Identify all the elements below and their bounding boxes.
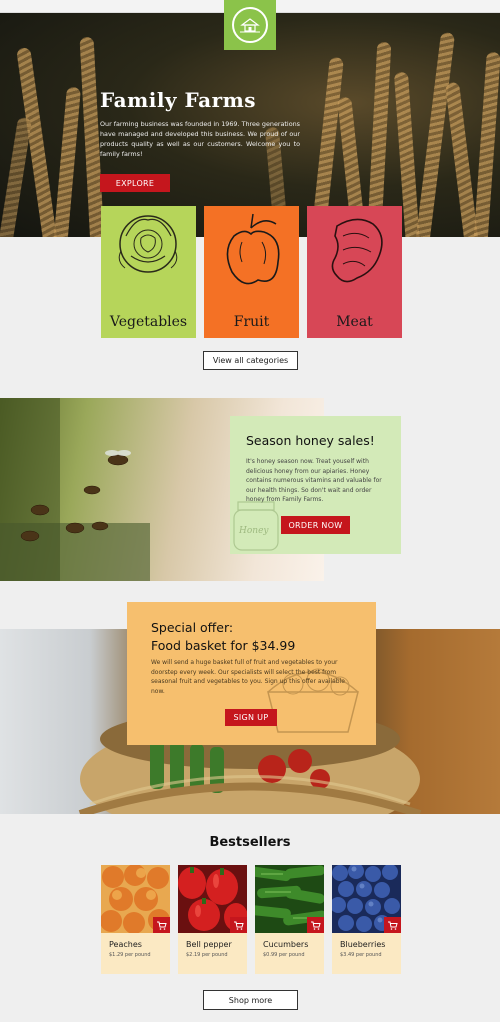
offer-title-line1: Special offer: [151,620,234,635]
honey-sale-card: Honey Season honey sales! It's honey sea… [230,416,401,554]
category-label: Meat [336,314,373,330]
product-price: $3.49 per pound [340,952,382,958]
blueberries-image [332,865,401,933]
add-to-cart-button[interactable] [384,917,401,933]
view-all-categories-button[interactable]: View all categories [203,351,298,370]
product-price: $2.19 per pound [186,952,228,958]
product-price: $0.99 per pound [263,952,305,958]
farm-logo-icon[interactable] [224,0,276,50]
cabbage-icon [118,215,178,273]
shop-more-button[interactable]: Shop more [203,990,298,1010]
product-price: $1.29 per pound [109,952,151,958]
product-card-peaches[interactable]: Peaches $1.29 per pound [101,865,170,974]
product-card-blueberries[interactable]: Blueberries $3.49 per pound [332,865,401,974]
cart-icon [156,921,167,930]
category-card-meat[interactable]: Meat [307,206,402,338]
cart-icon [310,921,321,930]
product-name: Cucumbers [263,940,309,949]
cucumbers-image [255,865,324,933]
cart-icon [233,921,244,930]
add-to-cart-button[interactable] [230,917,247,933]
add-to-cart-button[interactable] [307,917,324,933]
bell-pepper-image [178,865,247,933]
special-offer-card: Special offer: Food basket for $34.99 We … [127,602,376,745]
product-card-bell-pepper[interactable]: Bell pepper $2.19 per pound [178,865,247,974]
hero-title: Family Farms [100,88,257,112]
sign-up-button[interactable]: SIGN UP [225,709,277,726]
product-name: Blueberries [340,940,386,949]
cart-icon [387,921,398,930]
add-to-cart-button[interactable] [153,917,170,933]
product-card-cucumbers[interactable]: Cucumbers $0.99 per pound [255,865,324,974]
product-name: Peaches [109,940,142,949]
honey-title: Season honey sales! [246,433,375,448]
hero-description: Our farming business was founded in 1969… [100,120,300,158]
product-name: Bell pepper [186,940,232,949]
order-now-button[interactable]: ORDER NOW [281,516,350,534]
category-card-fruit[interactable]: Fruit [204,206,299,338]
explore-button[interactable]: EXPLORE [100,174,170,192]
category-card-vegetables[interactable]: Vegetables [101,206,196,338]
honey-jar-label: Honey [239,526,269,536]
apple-icon [226,213,280,285]
category-label: Vegetables [109,314,188,330]
bestsellers-title: Bestsellers [209,835,291,850]
steak-icon [331,218,383,283]
peaches-image [101,865,170,933]
honey-description: It's honey season now. Treat youself wit… [246,458,382,504]
category-label: Fruit [233,314,270,330]
